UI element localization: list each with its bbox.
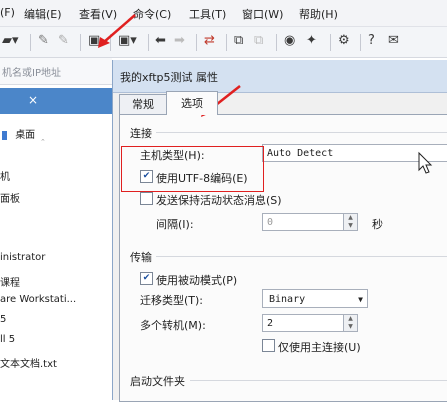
tab-options[interactable]: 选项 (166, 91, 218, 115)
mouse-cursor-icon (418, 151, 433, 174)
arrow-to-properties-icon (98, 14, 136, 48)
annotation-arrows (98, 14, 433, 174)
